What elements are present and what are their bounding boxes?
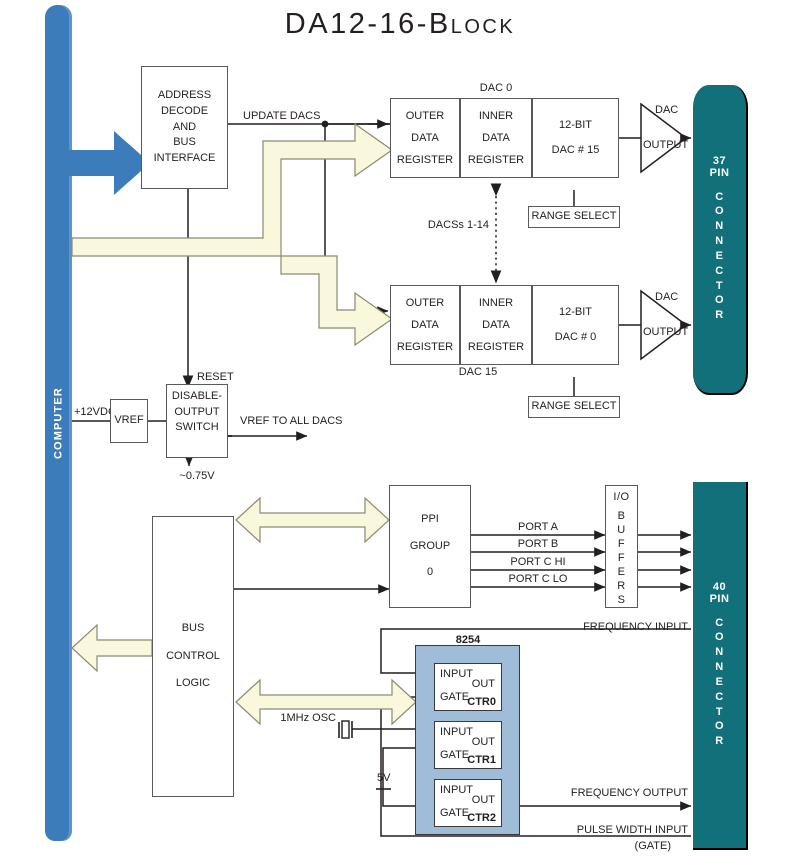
reg-line: DATA bbox=[411, 319, 439, 331]
address-decode-line-4: INTERFACE bbox=[153, 151, 216, 164]
connector-40-name: CONNECTOR bbox=[714, 616, 725, 748]
five-volt-label: 5V bbox=[377, 772, 391, 784]
ctr0-name-label: CTR0 bbox=[467, 696, 496, 708]
reg-line: OUTER bbox=[405, 297, 445, 309]
ppi-line: GROUP bbox=[409, 539, 451, 552]
disable-switch-line: DISABLE- bbox=[171, 390, 223, 402]
reg-line: INNER bbox=[478, 110, 514, 122]
ctr2-gate-label: GATE bbox=[440, 807, 470, 819]
ppi-line: PPI bbox=[421, 513, 439, 526]
connector-40-pin-count: 40 bbox=[712, 580, 727, 593]
oscillator-label: 1MHz OSC bbox=[280, 712, 336, 724]
connector-37-pin-count: 37 bbox=[712, 154, 727, 167]
disable-switch-line: SWITCH bbox=[175, 421, 219, 434]
dac-15-outer-data-register[interactable]: OUTER DATA REGISTER bbox=[390, 285, 460, 365]
dac-0-inner-data-register[interactable]: INNER DATA REGISTER bbox=[460, 98, 532, 178]
dac-15-converter[interactable]: 12-BIT DAC # 0 bbox=[532, 285, 619, 365]
port-label-a: PORT A bbox=[518, 521, 558, 533]
counter-ctr1[interactable]: INPUT GATE OUT CTR1 bbox=[434, 721, 502, 769]
port-label-b: PORT B bbox=[517, 538, 559, 550]
dac-15-range-select[interactable]: RANGE SELECT bbox=[528, 396, 620, 418]
dac-15-amp-label-bottom: OUTPUT bbox=[643, 326, 689, 338]
dac-0-range-select[interactable]: RANGE SELECT bbox=[528, 206, 620, 228]
pulse-width-input-label: PULSE WIDTH INPUT bbox=[576, 824, 688, 836]
bus-control-line: CONTROL bbox=[166, 649, 220, 662]
connector-37-name: CONNECTOR bbox=[714, 190, 725, 322]
reg-line: INNER bbox=[478, 297, 514, 309]
ctr1-input-label: INPUT bbox=[440, 726, 473, 738]
dac-0-amp-label-bottom: OUTPUT bbox=[643, 139, 689, 151]
counter-chip-8254-label: 8254 bbox=[455, 634, 481, 646]
disable-switch-line: OUTPUT bbox=[174, 405, 220, 418]
pulse-width-gate-label: (GATE) bbox=[634, 840, 671, 852]
ctr1-gate-label: GATE bbox=[440, 749, 470, 761]
ctr0-out-label: OUT bbox=[471, 678, 495, 690]
reg-line: DATA bbox=[482, 132, 510, 144]
address-decode-line-2: AND bbox=[172, 120, 197, 133]
reg-line: REGISTER bbox=[396, 341, 454, 353]
dac-channel-15-caption: DAC 15 bbox=[458, 366, 498, 378]
address-decode-line-3: BUS bbox=[173, 136, 196, 149]
vref-label: VREF bbox=[114, 414, 144, 427]
ctr1-out-label: OUT bbox=[471, 736, 495, 748]
dac-15-amp-label-top: DAC bbox=[655, 291, 679, 303]
converter-bits: 12-BIT bbox=[558, 305, 592, 318]
vref-block[interactable]: VREF bbox=[110, 399, 148, 443]
counter-ctr2[interactable]: INPUT GATE OUT CTR2 bbox=[434, 779, 502, 827]
reset-label: RESET bbox=[197, 371, 234, 383]
range-select-label: RANGE SELECT bbox=[531, 210, 617, 223]
ctr0-input-label: INPUT bbox=[440, 668, 473, 680]
frequency-output-label: FREQUENCY OUTPUT bbox=[570, 787, 688, 799]
ctr1-name-label: CTR1 bbox=[467, 754, 496, 766]
ctr2-input-label: INPUT bbox=[440, 784, 473, 796]
connector-40-pin-word: PIN bbox=[709, 593, 730, 606]
reg-line: REGISTER bbox=[467, 154, 525, 166]
dac-channel-0-caption: DAC 0 bbox=[479, 82, 513, 94]
connector-40-pin[interactable]: 40 PIN CONNECTOR bbox=[693, 482, 748, 850]
connector-37-pin[interactable]: 37 PIN CONNECTOR bbox=[693, 85, 748, 395]
disable-output-switch-block[interactable]: DISABLE- OUTPUT SWITCH bbox=[166, 384, 228, 458]
block-diagram-canvas: DA12-16-Block COMPUTER ADDRESS DECODE AN… bbox=[0, 0, 800, 867]
port-label-c-lo: PORT C LO bbox=[508, 573, 568, 585]
converter-id: DAC # 15 bbox=[551, 144, 600, 156]
ctr2-out-label: OUT bbox=[471, 794, 495, 806]
ppi-block[interactable]: PPI GROUP 0 bbox=[389, 485, 471, 608]
reg-line: DATA bbox=[482, 319, 510, 331]
bus-control-logic-block[interactable]: BUS CONTROL LOGIC bbox=[152, 516, 234, 797]
dacs-middle-label: DACSs 1-14 bbox=[427, 219, 489, 231]
address-decode-block[interactable]: ADDRESS DECODE AND BUS INTERFACE bbox=[141, 66, 228, 189]
dac-15-inner-data-register[interactable]: INNER DATA REGISTER bbox=[460, 285, 532, 365]
address-decode-line-0: ADDRESS bbox=[157, 89, 212, 102]
io-buffers-block[interactable]: I/O BUFFERS bbox=[605, 485, 638, 608]
dac-0-outer-data-register[interactable]: OUTER DATA REGISTER bbox=[390, 98, 460, 178]
io-buffers-name: BUFFERS bbox=[617, 510, 626, 607]
bus-control-line: LOGIC bbox=[175, 677, 211, 690]
update-dacs-label: UPDATE DACS bbox=[243, 110, 321, 122]
reg-line: DATA bbox=[411, 132, 439, 144]
reg-line: OUTER bbox=[405, 110, 445, 122]
connector-37-pin-word: PIN bbox=[709, 167, 730, 180]
reg-line: REGISTER bbox=[396, 154, 454, 166]
vref-to-all-dacs-label: VREF TO ALL DACS bbox=[240, 415, 343, 427]
converter-id: DAC # 0 bbox=[554, 331, 597, 343]
ctr2-name-label: CTR2 bbox=[467, 812, 496, 824]
io-buffers-title: I/O bbox=[613, 491, 630, 503]
low-voltage-label: ~0.75V bbox=[179, 470, 215, 482]
converter-bits: 12-BIT bbox=[558, 118, 592, 131]
address-decode-line-1: DECODE bbox=[160, 105, 209, 118]
port-label-c-hi: PORT C HI bbox=[510, 556, 566, 568]
dac-0-amp-label-top: DAC bbox=[655, 104, 679, 116]
dac-0-converter[interactable]: 12-BIT DAC # 15 bbox=[532, 98, 619, 178]
reg-line: REGISTER bbox=[467, 341, 525, 353]
counter-ctr0[interactable]: INPUT GATE OUT CTR0 bbox=[434, 663, 502, 711]
ctr0-gate-label: GATE bbox=[440, 691, 470, 703]
ppi-line: 0 bbox=[426, 566, 434, 579]
frequency-input-label: FREQUENCY INPUT bbox=[583, 621, 688, 633]
range-select-label: RANGE SELECT bbox=[531, 400, 617, 413]
bus-control-line: BUS bbox=[181, 622, 205, 635]
